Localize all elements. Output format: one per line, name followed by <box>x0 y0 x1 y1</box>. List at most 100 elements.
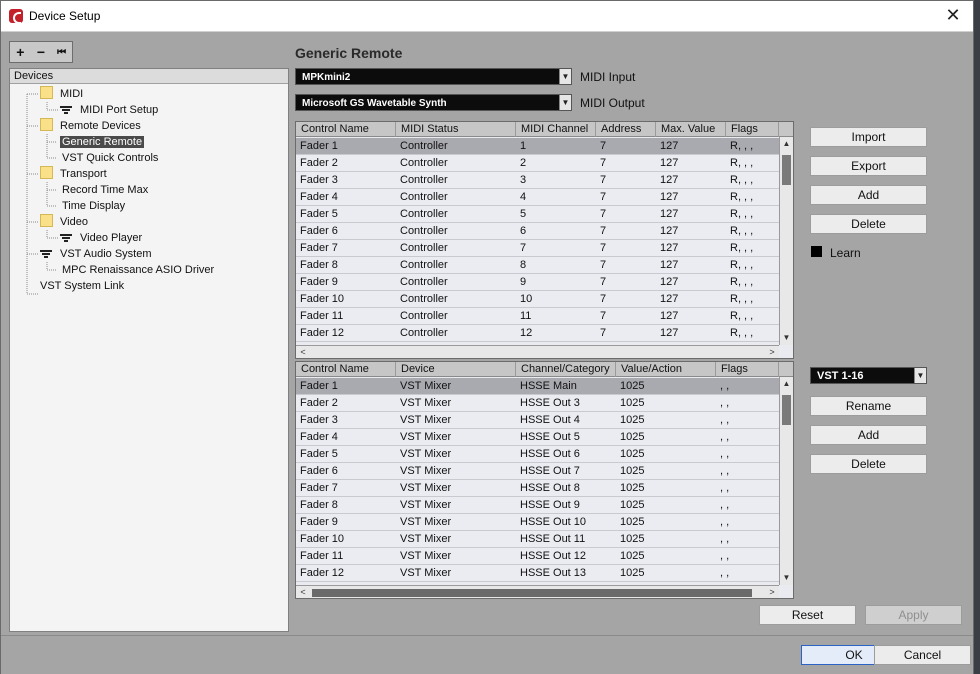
table-cell: R, , , <box>730 327 754 339</box>
bank-select[interactable]: VST 1-16 ▼ <box>810 367 927 384</box>
tree-item-vst-quick-controls[interactable]: VST Quick Controls <box>60 150 160 166</box>
controller-table-vscroll[interactable]: ▲ ▼ <box>779 137 793 345</box>
scroll-left-icon[interactable]: < <box>296 346 310 358</box>
table-row[interactable]: Fader 4 Controller 4 7 127 R, , , <box>296 189 779 206</box>
upper_table-col-header[interactable]: Control Name <box>296 122 396 137</box>
table-cell: , , <box>720 397 730 409</box>
tree-item-vst-audio-system[interactable]: VST Audio System <box>38 246 154 262</box>
table-cell: , , <box>720 380 730 392</box>
table-cell: , , <box>720 414 730 426</box>
table-row[interactable]: Fader 7 VST Mixer HSSE Out 8 1025 , , <box>296 480 779 497</box>
table-row[interactable]: Fader 11 Controller 11 7 127 R, , , <box>296 308 779 325</box>
table-row[interactable]: Fader 9 VST Mixer HSSE Out 10 1025 , , <box>296 514 779 531</box>
scroll-left-icon[interactable]: < <box>296 586 310 598</box>
table-cell: Fader 1 <box>300 380 338 392</box>
controller-table-hscroll[interactable]: < > <box>296 345 779 358</box>
table-row[interactable]: Fader 8 Controller 8 7 127 R, , , <box>296 257 779 274</box>
reset-button[interactable]: Reset <box>759 605 856 625</box>
lower_table-col-header[interactable]: Channel/Category <box>516 362 616 377</box>
table-cell: Controller <box>400 259 448 271</box>
tree-item-label: MPC Renaissance ASIO Driver <box>62 264 215 276</box>
tree-item-generic-remote[interactable]: Generic Remote <box>60 134 145 150</box>
close-icon[interactable]: ✕ <box>943 5 963 26</box>
scroll-thumb[interactable] <box>782 395 791 425</box>
apply-button[interactable]: Apply <box>865 605 962 625</box>
export-button[interactable]: Export <box>810 156 927 176</box>
scroll-thumb[interactable] <box>312 589 752 597</box>
table-cell: R, , , <box>730 225 754 237</box>
scroll-right-icon[interactable]: > <box>765 346 779 358</box>
table-row[interactable]: Fader 7 Controller 7 7 127 R, , , <box>296 240 779 257</box>
scroll-thumb[interactable] <box>782 155 791 185</box>
add-device-icon[interactable]: + <box>10 42 31 62</box>
scroll-right-icon[interactable]: > <box>765 586 779 598</box>
midi-output-select[interactable]: Microsoft GS Wavetable Synth ▼ <box>295 94 572 111</box>
add-bank-button[interactable]: Add <box>810 425 927 445</box>
midi-input-select[interactable]: MPKmini2 ▼ <box>295 68 572 85</box>
tree-item-time-display[interactable]: Time Display <box>60 198 127 214</box>
upper_table-col-header[interactable]: Flags <box>726 122 779 137</box>
tree-item-remote-devices[interactable]: Remote Devices <box>40 118 143 134</box>
table-cell: 127 <box>660 140 679 152</box>
table-cell: R, , , <box>730 276 754 288</box>
remove-device-icon[interactable]: − <box>31 42 52 62</box>
table-row[interactable]: Fader 12 VST Mixer HSSE Out 13 1025 , , <box>296 565 779 582</box>
table-row[interactable]: Fader 6 Controller 6 7 127 R, , , <box>296 223 779 240</box>
table-row[interactable]: Fader 5 Controller 5 7 127 R, , , <box>296 206 779 223</box>
table-row[interactable]: Fader 12 Controller 12 7 127 R, , , <box>296 325 779 342</box>
table-row[interactable]: Fader 10 Controller 10 7 127 R, , , <box>296 291 779 308</box>
scroll-down-icon[interactable]: ▼ <box>780 571 793 585</box>
table-row[interactable]: Fader 3 Controller 3 7 127 R, , , <box>296 172 779 189</box>
tree-item-midi-port-setup[interactable]: MIDI Port Setup <box>58 102 160 118</box>
import-button[interactable]: Import <box>810 127 927 147</box>
tree-item-transport[interactable]: Transport <box>40 166 109 182</box>
reset-device-icon[interactable]: ⏮ <box>51 42 72 62</box>
tree-item-video-player[interactable]: Video Player <box>58 230 144 246</box>
dialog-body: + − ⏮ Devices MIDI MIDI Port Setup Remot… <box>1 32 973 674</box>
table-row[interactable]: Fader 3 VST Mixer HSSE Out 4 1025 , , <box>296 412 779 429</box>
delete-bank-button[interactable]: Delete <box>810 454 927 474</box>
table-row[interactable]: Fader 1 VST Mixer HSSE Main 1025 , , <box>296 378 779 395</box>
upper_table-col-header[interactable]: Max. Value <box>656 122 726 137</box>
tree-item-label: MIDI <box>60 88 84 100</box>
learn-checkbox[interactable] <box>811 246 822 257</box>
assignment-table-hscroll[interactable]: < > <box>296 585 779 598</box>
table-cell: HSSE Out 12 <box>520 550 587 562</box>
footer-divider <box>1 635 973 636</box>
table-cell: HSSE Main <box>520 380 577 392</box>
add-controller-button[interactable]: Add <box>810 185 927 205</box>
table-row[interactable]: Fader 4 VST Mixer HSSE Out 5 1025 , , <box>296 429 779 446</box>
table-row[interactable]: Fader 8 VST Mixer HSSE Out 9 1025 , , <box>296 497 779 514</box>
tree-item-record-time-max[interactable]: Record Time Max <box>60 182 150 198</box>
scroll-down-icon[interactable]: ▼ <box>780 331 793 345</box>
tree-item-vst-system-link[interactable]: VST System Link <box>38 278 126 294</box>
table-row[interactable]: Fader 2 Controller 2 7 127 R, , , <box>296 155 779 172</box>
tree-item-mpc-renaissance-asio-driver[interactable]: MPC Renaissance ASIO Driver <box>60 262 216 278</box>
scroll-up-icon[interactable]: ▲ <box>780 137 793 151</box>
devices-header: Devices <box>10 69 288 84</box>
lower_table-col-header[interactable]: Device <box>396 362 516 377</box>
table-row[interactable]: Fader 1 Controller 1 7 127 R, , , <box>296 138 779 155</box>
tree-item-video[interactable]: Video <box>40 214 90 230</box>
table-row[interactable]: Fader 5 VST Mixer HSSE Out 6 1025 , , <box>296 446 779 463</box>
lower_table-col-header[interactable]: Control Name <box>296 362 396 377</box>
upper_table-col-header[interactable]: MIDI Status <box>396 122 516 137</box>
table-row[interactable]: Fader 2 VST Mixer HSSE Out 3 1025 , , <box>296 395 779 412</box>
table-cell: VST Mixer <box>400 431 452 443</box>
lower_table-col-header[interactable]: Flags <box>716 362 779 377</box>
table-row[interactable]: Fader 10 VST Mixer HSSE Out 11 1025 , , <box>296 531 779 548</box>
table-cell: 127 <box>660 157 679 169</box>
delete-controller-button[interactable]: Delete <box>810 214 927 234</box>
lower_table-col-header[interactable]: Value/Action <box>616 362 716 377</box>
cancel-button[interactable]: Cancel <box>874 645 971 665</box>
upper_table-col-header[interactable]: Address <box>596 122 656 137</box>
upper_table-col-header[interactable]: MIDI Channel <box>516 122 596 137</box>
table-row[interactable]: Fader 11 VST Mixer HSSE Out 12 1025 , , <box>296 548 779 565</box>
assignment-table-vscroll[interactable]: ▲ ▼ <box>779 377 793 585</box>
rename-button[interactable]: Rename <box>810 396 927 416</box>
table-row[interactable]: Fader 6 VST Mixer HSSE Out 7 1025 , , <box>296 463 779 480</box>
table-row[interactable]: Fader 9 Controller 9 7 127 R, , , <box>296 274 779 291</box>
scroll-up-icon[interactable]: ▲ <box>780 377 793 391</box>
table-cell: VST Mixer <box>400 482 452 494</box>
tree-item-midi[interactable]: MIDI <box>40 86 85 102</box>
